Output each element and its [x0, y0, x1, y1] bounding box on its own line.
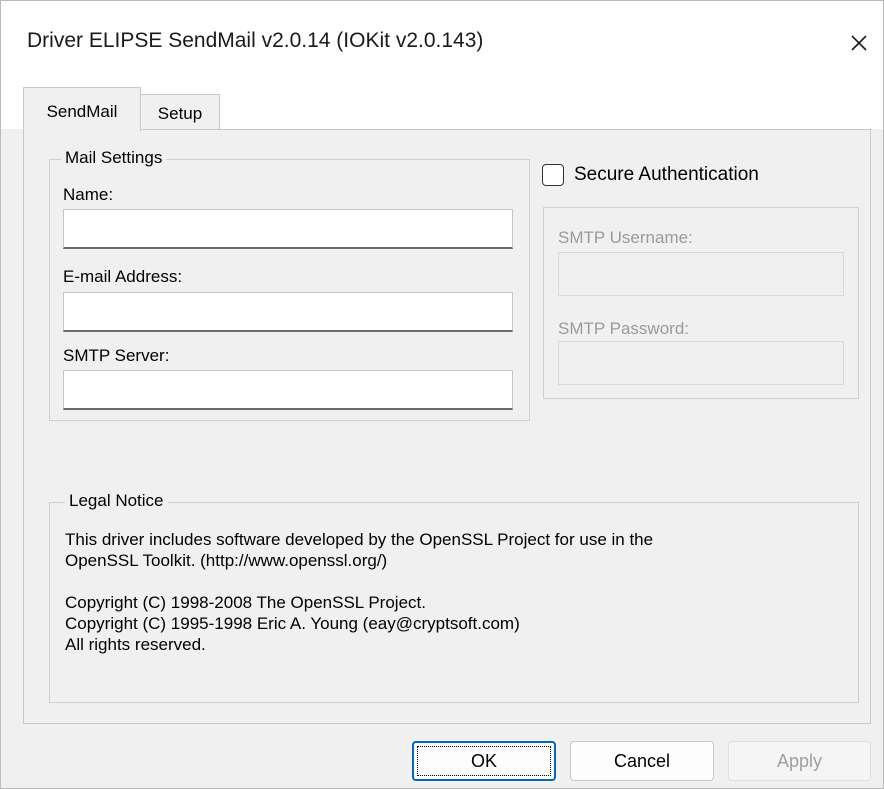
- tab-sendmail[interactable]: SendMail: [23, 87, 141, 131]
- smtp-password-label: SMTP Password:: [558, 319, 690, 338]
- tab-setup-label: Setup: [157, 104, 203, 123]
- cancel-button[interactable]: Cancel: [570, 741, 714, 781]
- dialog-window: Driver ELIPSE SendMail v2.0.14 (IOKit v2…: [0, 0, 884, 789]
- smtp-password-input[interactable]: [558, 341, 844, 385]
- close-button[interactable]: [835, 15, 883, 71]
- legal-line: Copyright (C) 1998-2008 The OpenSSL Proj…: [65, 593, 426, 612]
- secure-auth-checkbox[interactable]: [542, 164, 564, 186]
- tab-setup[interactable]: Setup: [140, 94, 220, 130]
- name-input[interactable]: [63, 209, 513, 249]
- legal-line: [65, 571, 653, 592]
- apply-button-label: Apply: [776, 750, 823, 771]
- smtp-username-label: SMTP Username:: [558, 228, 693, 247]
- name-label: Name:: [63, 185, 114, 204]
- ok-button[interactable]: OK: [412, 741, 556, 781]
- window-title: Driver ELIPSE SendMail v2.0.14 (IOKit v2…: [27, 29, 484, 52]
- email-input[interactable]: [63, 292, 513, 332]
- email-label: E-mail Address:: [63, 267, 183, 286]
- legal-notice-title: Legal Notice: [65, 491, 168, 511]
- cancel-button-label: Cancel: [613, 750, 671, 771]
- close-icon: [851, 35, 867, 51]
- legal-notice-text: This driver includes software developed …: [65, 529, 653, 655]
- smtp-server-label: SMTP Server:: [63, 346, 170, 365]
- legal-line: OpenSSL Toolkit. (http://www.openssl.org…: [65, 551, 388, 570]
- tab-sendmail-label: SendMail: [46, 102, 118, 121]
- title-bar[interactable]: Driver ELIPSE SendMail v2.0.14 (IOKit v2…: [1, 1, 883, 85]
- legal-line: Copyright (C) 1995-1998 Eric A. Young (e…: [65, 614, 520, 633]
- focus-ring: [417, 746, 551, 776]
- legal-line: This driver includes software developed …: [65, 530, 654, 549]
- smtp-server-input[interactable]: [63, 370, 513, 410]
- legal-line: All rights reserved.: [65, 635, 206, 654]
- apply-button[interactable]: Apply: [728, 741, 871, 781]
- mail-settings-title: Mail Settings: [61, 148, 167, 168]
- smtp-username-input[interactable]: [558, 252, 844, 296]
- secure-auth-label[interactable]: Secure Authentication: [574, 164, 759, 186]
